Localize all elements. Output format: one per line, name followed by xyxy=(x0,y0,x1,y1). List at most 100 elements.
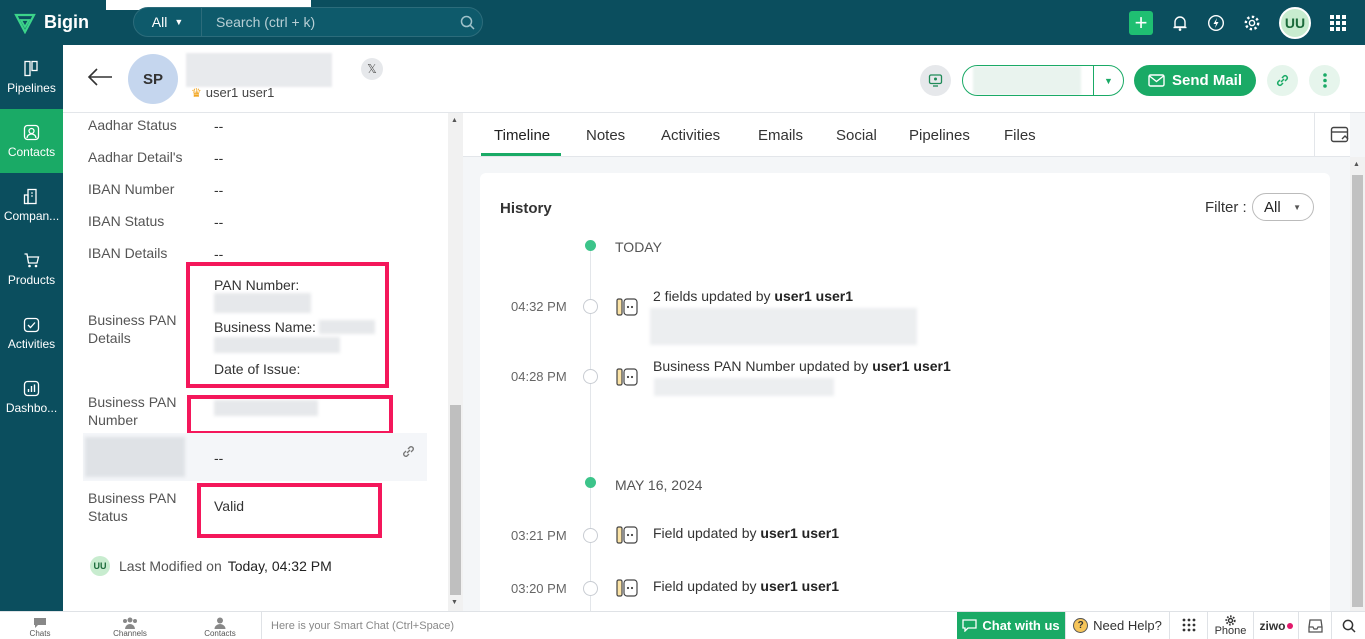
blurred-contact-name xyxy=(186,53,332,87)
send-mail-button[interactable]: Send Mail xyxy=(1134,65,1256,96)
blurred-field-label xyxy=(85,437,185,477)
bottom-contacts[interactable]: Contacts xyxy=(180,612,260,639)
scroll-up-arrow-icon[interactable]: ▲ xyxy=(451,117,458,124)
contact-details-panel: Aadhar Status -- Aadhar Detail's -- IBAN… xyxy=(63,113,448,611)
nav-item-products[interactable]: Products xyxy=(0,237,63,301)
top-bar: Bigin All▼ + UU xyxy=(0,0,1365,45)
nav-item-contacts[interactable]: Contacts xyxy=(0,109,63,173)
timeline-entry-dot xyxy=(583,581,598,596)
bottom-search-button[interactable] xyxy=(1331,612,1365,639)
field-value-aadhar-details: -- xyxy=(214,150,224,166)
tab-pipelines[interactable]: Pipelines xyxy=(909,127,970,144)
dialpad-icon xyxy=(1182,618,1195,631)
app-grid-icon[interactable] xyxy=(1329,14,1347,32)
tab-timeline[interactable]: Timeline xyxy=(494,127,550,144)
filter-dropdown[interactable]: All ▼ xyxy=(1252,193,1314,221)
link-icon xyxy=(1276,74,1289,87)
timeline-date-dot xyxy=(585,240,596,251)
ziwo-button[interactable]: ziwo xyxy=(1253,612,1298,639)
dialpad-button[interactable] xyxy=(1169,612,1207,639)
need-help-button[interactable]: ? Need Help? xyxy=(1065,612,1169,639)
field-label-business-pan-number: Business PAN Number xyxy=(88,394,177,428)
field-label-iban-status: IBAN Status xyxy=(88,213,165,229)
chat-with-us-button[interactable]: Chat with us xyxy=(957,612,1065,639)
record-header: SP ♛ user1 user1 𝕏 ▼ Send Mail xyxy=(63,45,1365,113)
record-tabs: Timeline Notes Activities Emails Social … xyxy=(463,113,1350,157)
scrollbar-thumb[interactable] xyxy=(450,405,461,595)
bell-icon[interactable] xyxy=(1171,14,1189,32)
gear-icon[interactable] xyxy=(1243,14,1261,32)
mini-avatar: UU xyxy=(90,556,110,576)
field-label-business-pan-status: Business PAN Status xyxy=(88,490,177,524)
more-actions-button[interactable] xyxy=(1309,65,1340,96)
person-icon xyxy=(214,617,226,629)
timeline-entry-dot xyxy=(583,528,598,543)
monitor-icon xyxy=(928,74,943,87)
last-modified: UU Last Modified on Today, 04:32 PM xyxy=(90,556,332,576)
phone-button[interactable]: Phone xyxy=(1207,612,1253,639)
search-input[interactable] xyxy=(202,14,452,30)
search-scope-dropdown[interactable]: All ▼ xyxy=(134,8,202,36)
x-social-icon[interactable]: 𝕏 xyxy=(361,58,383,80)
tab-activities[interactable]: Activities xyxy=(661,127,720,144)
global-search: All ▼ xyxy=(133,7,483,37)
desk-button[interactable] xyxy=(920,65,951,96)
tab-customize-button[interactable] xyxy=(1314,113,1365,157)
crown-icon: ♛ xyxy=(191,85,202,100)
field-value-hovered: -- xyxy=(214,450,224,466)
scroll-up-arrow-icon[interactable]: ▲ xyxy=(1353,161,1360,168)
tab-notes[interactable]: Notes xyxy=(586,127,625,144)
app-logo[interactable]: Bigin xyxy=(0,12,132,34)
timeline-entry-dot xyxy=(583,299,598,314)
user-avatar[interactable]: UU xyxy=(1279,6,1311,39)
timeline-entry-text: Field updated by user1 user1 xyxy=(653,578,840,594)
notification-tray-button[interactable] xyxy=(1298,612,1331,639)
scrollbar-thumb[interactable] xyxy=(1352,175,1363,607)
tray-icon xyxy=(1307,618,1323,633)
field-value-iban-details: -- xyxy=(214,246,224,262)
timeline-time: 04:28 PM xyxy=(511,369,567,384)
mail-icon xyxy=(1148,74,1165,87)
tab-files[interactable]: Files xyxy=(1004,127,1036,144)
timeline-entry-dot xyxy=(583,369,598,384)
timeline-scrollbar[interactable]: ▲ xyxy=(1350,157,1365,611)
stage-dropdown[interactable]: ▼ xyxy=(962,65,1124,96)
field-label-business-pan-details: Business PAN Details xyxy=(88,312,177,346)
nav-item-activities[interactable]: Activities xyxy=(0,301,63,365)
bottom-chats[interactable]: Chats xyxy=(0,612,80,639)
chevron-down-icon[interactable]: ▼ xyxy=(1093,66,1123,95)
details-scrollbar[interactable]: ▲ ▼ xyxy=(448,113,463,611)
link-button[interactable] xyxy=(1267,65,1298,96)
back-arrow-icon[interactable] xyxy=(87,67,113,87)
record-owner[interactable]: ♛ user1 user1 xyxy=(191,85,274,100)
field-update-icon xyxy=(616,526,638,544)
bolt-icon[interactable] xyxy=(1207,14,1225,32)
tab-emails[interactable]: Emails xyxy=(758,127,803,144)
hovered-field-row[interactable]: -- xyxy=(83,433,427,481)
timeline-time: 03:21 PM xyxy=(511,528,567,543)
quick-create-button[interactable]: + xyxy=(1129,10,1153,35)
search-icon[interactable] xyxy=(452,15,482,30)
bottom-channels[interactable]: Channels xyxy=(80,612,180,639)
link-icon[interactable] xyxy=(401,444,416,459)
app-name: Bigin xyxy=(44,12,89,32)
timeline-entry-text: 2 fields updated by user1 user1 xyxy=(653,288,854,304)
scroll-down-arrow-icon[interactable]: ▼ xyxy=(451,599,458,606)
nav-item-dashboards[interactable]: Dashbo... xyxy=(0,365,63,429)
timeline-area: Timeline Notes Activities Emails Social … xyxy=(463,113,1365,625)
highlight-box-pan-status xyxy=(197,483,382,538)
timeline-entry-text: Business PAN Number updated by user1 use… xyxy=(653,358,951,374)
blurred-update-details xyxy=(654,378,834,396)
pipelines-icon xyxy=(24,60,38,76)
smart-chat-input[interactable]: Here is your Smart Chat (Ctrl+Space) xyxy=(261,612,957,639)
top-right-actions: + UU xyxy=(1129,0,1365,45)
contacts-icon xyxy=(23,124,40,140)
nav-item-companies[interactable]: Compan... xyxy=(0,173,63,237)
nav-item-pipelines[interactable]: Pipelines xyxy=(0,45,63,109)
contact-avatar: SP xyxy=(128,54,178,104)
history-title: History xyxy=(500,200,552,217)
tab-social[interactable]: Social xyxy=(836,127,877,144)
companies-icon xyxy=(23,188,37,204)
chevron-down-icon: ▼ xyxy=(1293,203,1301,212)
products-icon xyxy=(24,252,40,267)
